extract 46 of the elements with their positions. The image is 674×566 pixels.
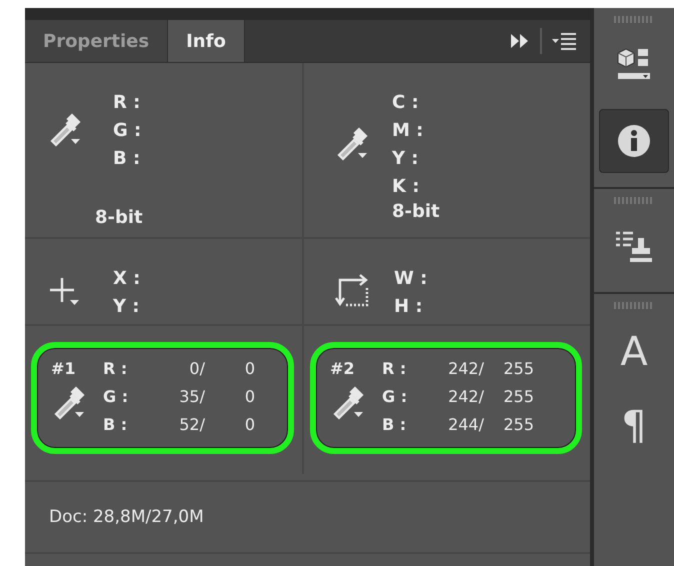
channel-label: H : — [394, 295, 424, 319]
channel-label: Y : — [392, 147, 420, 171]
channel-label: G : — [382, 386, 408, 406]
collapse-icon[interactable] — [510, 33, 530, 49]
panel-glyph[interactable]: ¶ — [621, 406, 647, 446]
info-icon[interactable] — [616, 123, 652, 159]
channel-label: K : — [392, 175, 420, 199]
channel-label: R : — [103, 358, 128, 378]
channel-value: 0 — [244, 386, 255, 406]
channel-label: M : — [392, 119, 424, 143]
channel-label: G : — [113, 119, 142, 143]
channel-value: 242/ — [447, 358, 484, 378]
channel-label: B : — [382, 414, 408, 434]
channel-value: 255 — [502, 386, 534, 406]
channel-value: 255 — [502, 414, 534, 434]
grip-handle[interactable] — [614, 302, 654, 309]
channel-value: 0 — [244, 414, 255, 434]
menu-icon[interactable] — [552, 32, 576, 50]
channel-value: 0 — [244, 358, 255, 378]
channel-value: 52/ — [178, 414, 205, 434]
channel-value: 35/ — [178, 386, 205, 406]
channel-value: 255 — [502, 358, 534, 378]
sample-marker: #2 — [330, 358, 355, 378]
channel-value: 0/ — [188, 358, 205, 378]
panel-tab[interactable]: Properties — [25, 20, 168, 62]
bit-depth: 8-bit — [392, 201, 441, 222]
channel-label: C : — [392, 91, 420, 115]
channel-value: 242/ — [447, 386, 484, 406]
channel-label: R : — [113, 91, 142, 115]
document-size: Doc: 28,8M/27,0M — [49, 507, 204, 527]
channel-label: W : — [394, 267, 428, 291]
channel-value: 244/ — [447, 414, 484, 434]
bit-depth: 8-bit — [95, 207, 144, 228]
channel-label: B : — [113, 147, 142, 171]
channel-label: B : — [103, 414, 128, 434]
stamp-list-icon[interactable] — [614, 230, 654, 264]
selected-dock-button[interactable] — [599, 109, 669, 173]
channel-label: R : — [382, 358, 408, 378]
grip-handle[interactable] — [614, 197, 654, 204]
channel-label: Y : — [113, 295, 140, 319]
sample-marker: #1 — [51, 358, 76, 378]
panel-tab[interactable]: Info — [168, 20, 245, 62]
channel-label: X : — [113, 267, 140, 291]
grip-handle[interactable] — [614, 16, 654, 23]
panel-glyph[interactable]: A — [620, 332, 648, 372]
channel-label: G : — [103, 386, 130, 406]
